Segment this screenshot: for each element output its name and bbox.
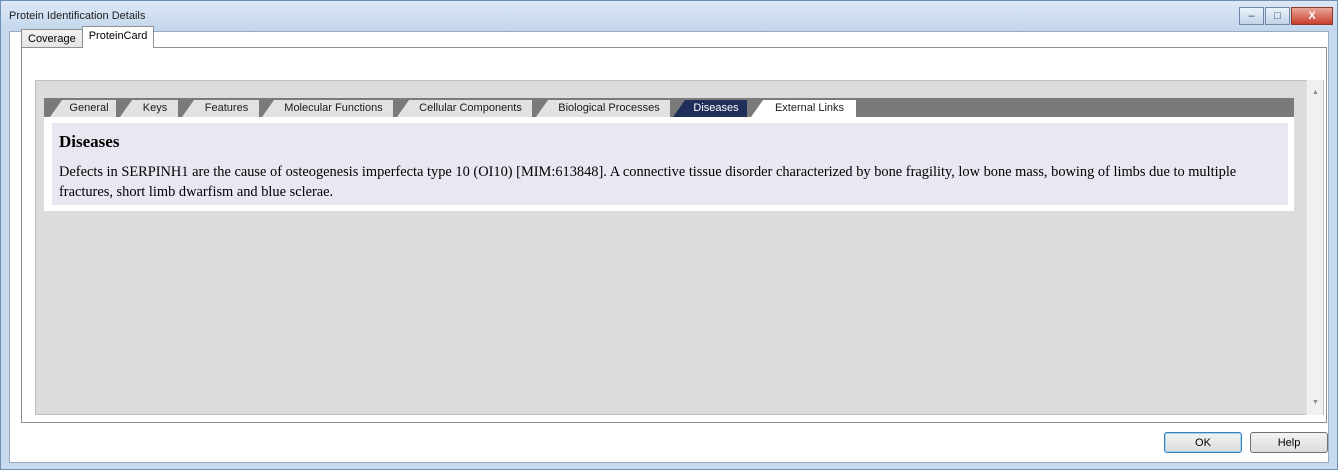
- window-title: Protein Identification Details: [9, 10, 146, 22]
- tab-biological-processes[interactable]: Biological Processes: [536, 100, 670, 117]
- tab-cellular-components[interactable]: Cellular Components: [397, 100, 532, 117]
- close-button[interactable]: X: [1291, 7, 1333, 25]
- scroll-down-arrow-icon[interactable]: ▼: [1307, 394, 1324, 411]
- tab-coverage[interactable]: Coverage: [21, 29, 83, 48]
- tab-molecular-functions[interactable]: Molecular Functions: [262, 100, 393, 117]
- section-title: Diseases: [59, 132, 120, 151]
- tab-features[interactable]: Features: [182, 100, 259, 117]
- minimize-button[interactable]: –: [1239, 7, 1264, 25]
- ok-button[interactable]: OK: [1164, 432, 1242, 453]
- scroll-up-arrow-icon[interactable]: ▲: [1307, 84, 1324, 101]
- tab-external-links[interactable]: External Links: [751, 100, 856, 117]
- help-button[interactable]: Help: [1250, 432, 1328, 453]
- title-bar[interactable]: Protein Identification Details – □ X: [1, 1, 1337, 31]
- outer-tab-strip: Coverage ProteinCard: [21, 26, 155, 48]
- maximize-button[interactable]: □: [1265, 7, 1290, 25]
- tab-proteincard[interactable]: ProteinCard: [81, 26, 155, 48]
- vertical-scrollbar[interactable]: ▲ ▼: [1306, 80, 1323, 415]
- caption-buttons: – □ X: [1238, 7, 1333, 25]
- tab-diseases[interactable]: Diseases: [673, 100, 747, 117]
- diseases-description: Defects in SERPINH1 are the cause of ost…: [59, 164, 1237, 200]
